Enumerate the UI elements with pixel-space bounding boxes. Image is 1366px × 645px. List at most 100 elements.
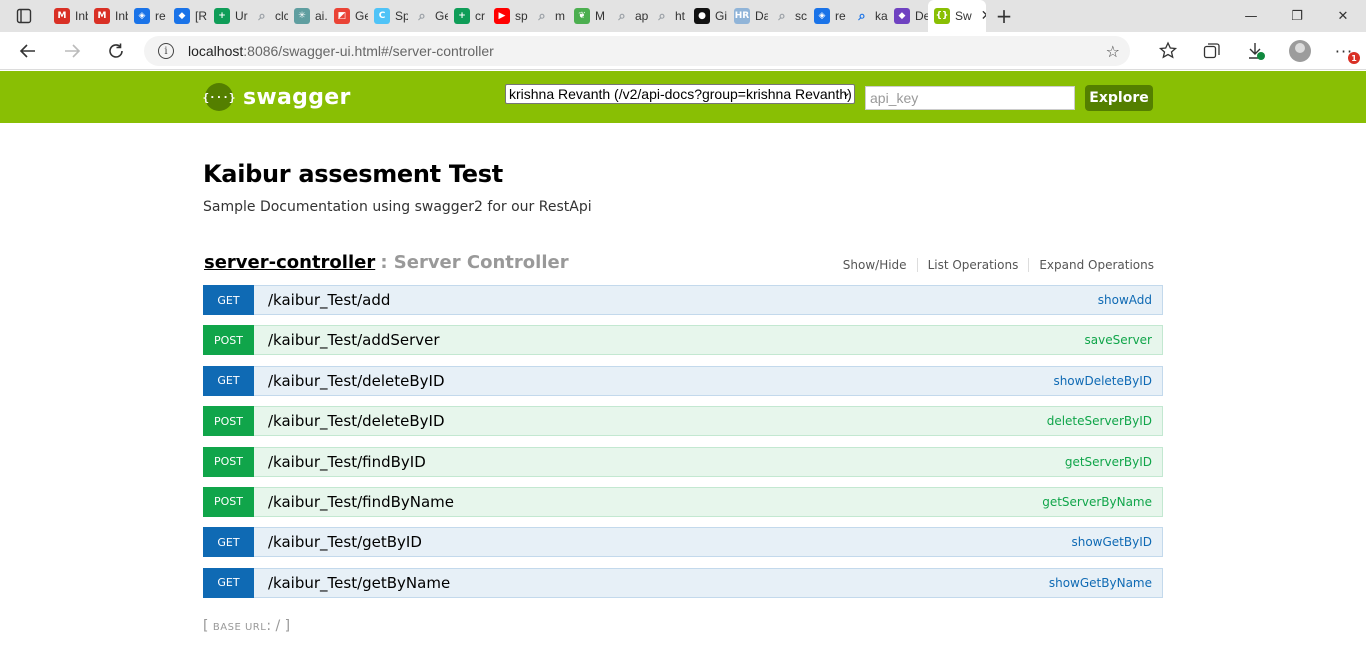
search-icon: ⌕	[418, 8, 426, 24]
tab-title: Gi	[715, 9, 727, 23]
operation-path-link[interactable]: /kaibur_Test/getByName	[268, 569, 450, 597]
operation-nickname-link[interactable]: deleteServerByID	[1047, 407, 1152, 435]
browser-tab[interactable]: ◈ re	[808, 0, 848, 32]
operation-row[interactable]: GET/kaibur_Test/getByID showGetByID	[203, 527, 1163, 558]
restore-button[interactable]: ❐	[1274, 0, 1320, 32]
operation-path-link[interactable]: /kaibur_Test/getByID	[268, 528, 422, 556]
settings-more-button[interactable]: ··· 1	[1322, 32, 1366, 70]
operation-nickname-link[interactable]: getServerByName	[1042, 488, 1152, 516]
tab-title: Sw	[955, 9, 972, 23]
favorites-button[interactable]	[1146, 32, 1190, 70]
operation-path-link[interactable]: /kaibur_Test/findByID	[268, 448, 426, 476]
base-url-label: base url	[212, 622, 267, 633]
close-window-button[interactable]: ✕	[1320, 0, 1366, 32]
explore-button[interactable]: Explore	[1085, 85, 1153, 111]
browser-tab[interactable]: ◈ re	[128, 0, 168, 32]
forward-button[interactable]	[50, 32, 94, 70]
operation-nickname-link[interactable]: showGetByName	[1049, 569, 1152, 597]
profile-button[interactable]	[1278, 32, 1322, 70]
operation-path-link[interactable]: /kaibur_Test/addServer	[268, 326, 440, 354]
browser-tab[interactable]: C Sp	[368, 0, 408, 32]
operation-row[interactable]: POST/kaibur_Test/findByID getServerByID	[203, 446, 1163, 477]
collections-button[interactable]	[1190, 32, 1234, 70]
tab-title: sc	[795, 9, 807, 23]
browser-tab[interactable]: + cr	[448, 0, 488, 32]
operation-row[interactable]: POST/kaibur_Test/findByName getServerByNa…	[203, 486, 1163, 517]
browser-tab[interactable]: ⌕ m	[528, 0, 568, 32]
browser-tab[interactable]: ⌕ ka	[848, 0, 888, 32]
tab-title: m	[555, 9, 565, 23]
shield-icon: ◈	[134, 8, 150, 24]
hr-icon: HR	[734, 8, 750, 24]
tab-title: Ge	[355, 9, 368, 23]
operation-path-link[interactable]: /kaibur_Test/deleteByID	[268, 367, 445, 395]
back-button[interactable]	[6, 32, 50, 70]
operation-nickname-link[interactable]: showDeleteByID	[1053, 367, 1152, 395]
http-method-badge[interactable]: POST	[203, 486, 254, 517]
swagger-logo-text: swagger	[243, 84, 351, 110]
close-tab-icon[interactable]: ✕	[981, 8, 986, 24]
operation-row[interactable]: POST/kaibur_Test/addServer saveServer	[203, 325, 1163, 356]
gmail-icon: M	[94, 8, 110, 24]
http-method-badge[interactable]: POST	[203, 406, 254, 437]
operation-path-link[interactable]: /kaibur_Test/add	[268, 286, 390, 314]
swagger-logo[interactable]: {···} swagger	[202, 83, 351, 111]
browser-tab[interactable]: ⌕ ap	[608, 0, 648, 32]
browser-tab[interactable]: ● Gi	[688, 0, 728, 32]
browser-tab[interactable]: ⌕ sc	[768, 0, 808, 32]
browser-tab[interactable]: M Inb	[48, 0, 88, 32]
browser-tab[interactable]: ◆ [R	[168, 0, 208, 32]
tab-title: Ur	[235, 9, 248, 23]
new-tab-button[interactable]: +	[986, 0, 1022, 32]
operation-nickname-link[interactable]: saveServer	[1085, 326, 1152, 354]
operation-path-link[interactable]: /kaibur_Test/findByName	[268, 488, 454, 516]
browser-tab[interactable]: HR Da	[728, 0, 768, 32]
browser-tab[interactable]: M Inb	[88, 0, 128, 32]
tab-actions-button[interactable]	[0, 0, 48, 32]
search-icon: ⌕	[258, 8, 266, 24]
http-method-badge[interactable]: GET	[203, 527, 254, 558]
operation-row[interactable]: GET/kaibur_Test/getByName showGetByName	[203, 567, 1163, 598]
downloads-button[interactable]	[1234, 32, 1278, 70]
browser-tab[interactable]: ✳ ai.	[288, 0, 328, 32]
browser-tab[interactable]: ⌕ clc	[248, 0, 288, 32]
browser-tab[interactable]: ⌕ Ge	[408, 0, 448, 32]
site-info-icon[interactable]: i	[158, 43, 174, 59]
browser-tab[interactable]: ❦ M	[568, 0, 608, 32]
add-favorite-icon[interactable]: ☆	[1106, 42, 1120, 61]
http-method-badge[interactable]: GET	[203, 567, 254, 598]
address-bar[interactable]: i localhost:8086/swagger-ui.html#/server…	[144, 36, 1130, 66]
operation-row[interactable]: GET/kaibur_Test/deleteByID showDeleteByID	[203, 365, 1163, 396]
operation-nickname-link[interactable]: getServerByID	[1065, 448, 1152, 476]
tab-active-swagger[interactable]: {} Sw ✕	[928, 0, 986, 32]
url-text[interactable]: localhost:8086/swagger-ui.html#/server-c…	[188, 43, 494, 59]
youtube-icon: ▶	[494, 8, 510, 24]
controller-name-link[interactable]: server-controller	[204, 252, 375, 273]
browser-tab[interactable]: ◩ Ge	[328, 0, 368, 32]
browser-tab[interactable]: + Ur	[208, 0, 248, 32]
show-hide-link[interactable]: Show/Hide	[833, 258, 918, 272]
browser-tab[interactable]: ▶ sp	[488, 0, 528, 32]
operation-row[interactable]: GET/kaibur_Test/add showAdd	[203, 285, 1163, 315]
toolbar-right: ··· 1	[1146, 32, 1366, 70]
operation-nickname-link[interactable]: showGetByID	[1071, 528, 1152, 556]
base-url: [ base url: / ]	[203, 618, 290, 634]
http-method-badge[interactable]: GET	[203, 285, 254, 315]
http-method-badge[interactable]: POST	[203, 325, 254, 356]
shield-icon: ◈	[814, 8, 830, 24]
list-operations-link[interactable]: List Operations	[918, 258, 1030, 272]
api-group-select[interactable]: krishna Revanth (/v2/api-docs?group=kris…	[505, 84, 855, 104]
notification-badge: 1	[1348, 52, 1360, 64]
expand-operations-link[interactable]: Expand Operations	[1029, 258, 1154, 272]
browser-tab[interactable]: ⌕ ht	[648, 0, 688, 32]
reload-button[interactable]	[94, 32, 138, 70]
operation-path-link[interactable]: /kaibur_Test/deleteByID	[268, 407, 445, 435]
api-key-input[interactable]: api_key	[865, 86, 1075, 110]
swagger-logo-icon: {···}	[202, 83, 236, 111]
http-method-badge[interactable]: POST	[203, 446, 254, 477]
browser-tab[interactable]: ◆ De	[888, 0, 928, 32]
operation-nickname-link[interactable]: showAdd	[1098, 286, 1152, 314]
operation-row[interactable]: POST/kaibur_Test/deleteByID deleteServerB…	[203, 406, 1163, 437]
http-method-badge[interactable]: GET	[203, 365, 254, 396]
minimize-button[interactable]: —	[1228, 0, 1274, 32]
